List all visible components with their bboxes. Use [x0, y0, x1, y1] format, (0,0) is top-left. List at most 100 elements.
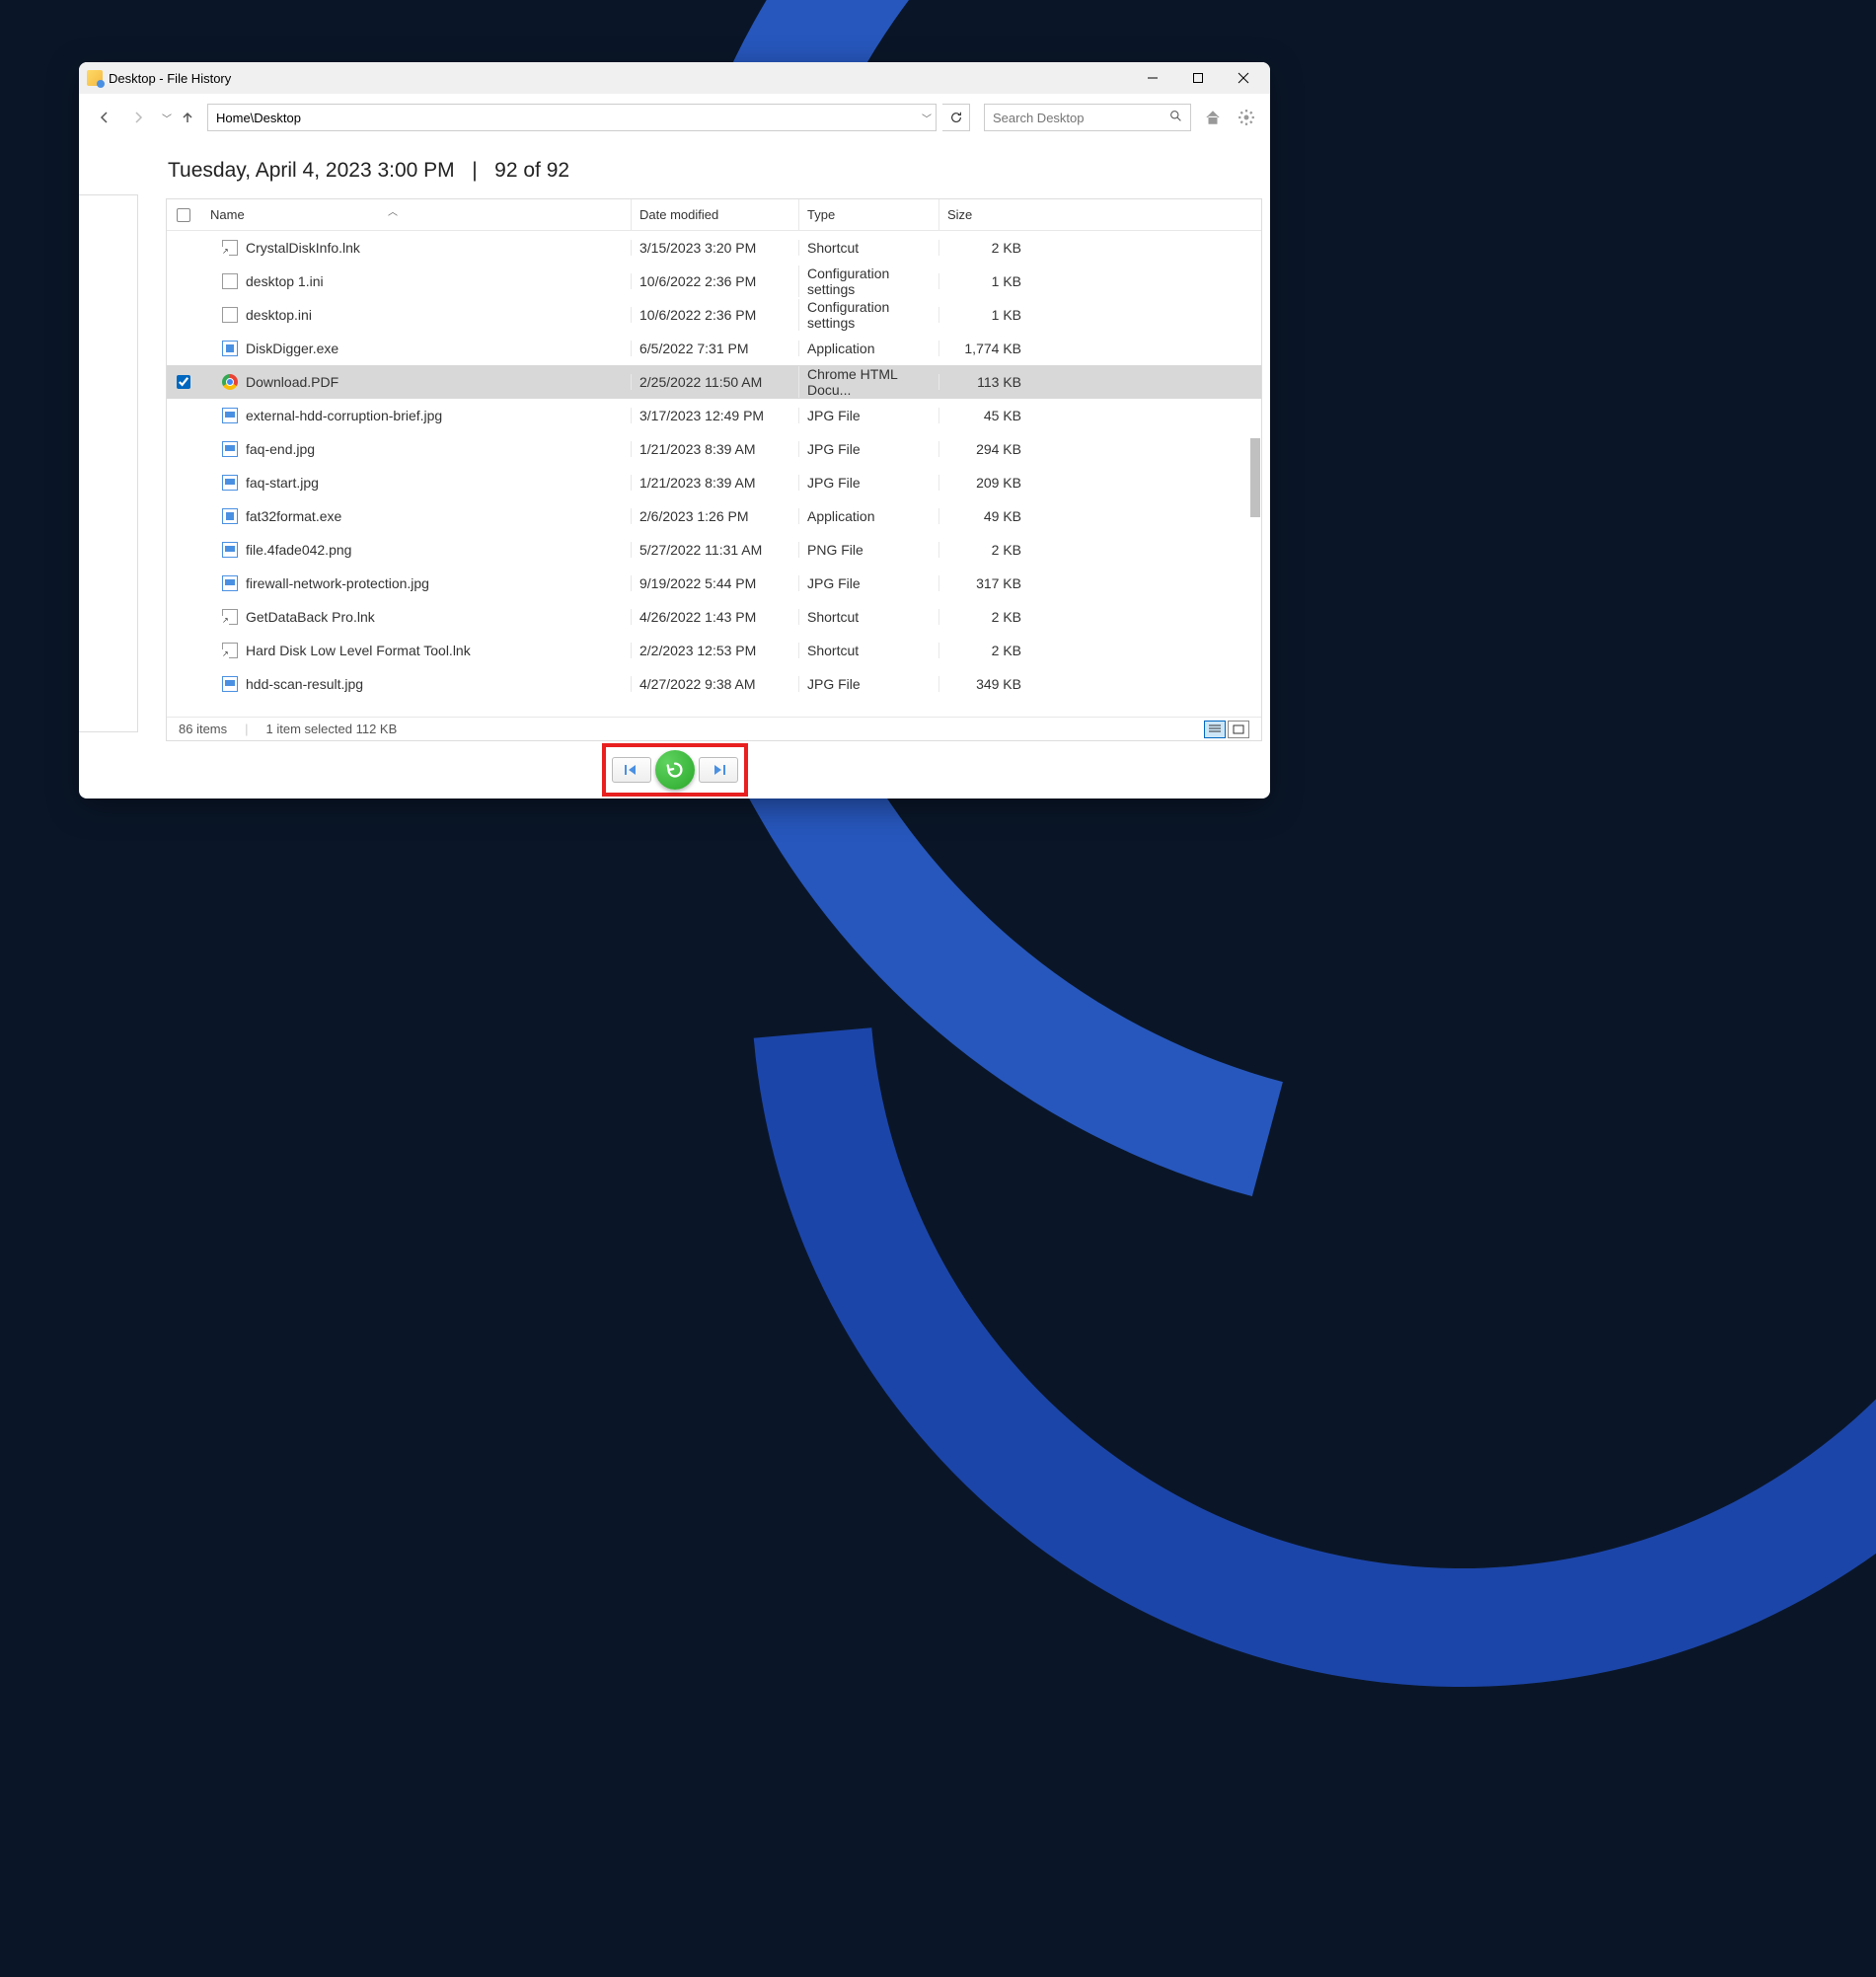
img-icon [222, 575, 238, 591]
file-row[interactable]: faq-end.jpg 1/21/2023 8:39 AM JPG File 2… [167, 432, 1261, 466]
bottom-controls [79, 741, 1270, 798]
column-date[interactable]: Date modified [631, 199, 798, 230]
img-icon [222, 475, 238, 491]
close-button[interactable] [1221, 62, 1266, 94]
file-type: JPG File [798, 408, 938, 423]
chrome-icon [222, 374, 238, 390]
shortcut-icon [222, 609, 238, 625]
file-row[interactable]: faq-start.jpg 1/21/2023 8:39 AM JPG File… [167, 466, 1261, 499]
file-type: Configuration settings [798, 299, 938, 331]
file-date: 1/21/2023 8:39 AM [631, 475, 798, 491]
file-row[interactable]: Hard Disk Low Level Format Tool.lnk 2/2/… [167, 634, 1261, 667]
file-size: 1 KB [938, 273, 1031, 289]
file-history-window: Desktop - File History ﹀ Home\ [79, 62, 1270, 798]
file-size: 2 KB [938, 609, 1031, 625]
file-name: Hard Disk Low Level Format Tool.lnk [246, 643, 471, 658]
file-date: 9/19/2022 5:44 PM [631, 575, 798, 591]
gear-icon[interactable] [1235, 106, 1258, 129]
refresh-button[interactable] [942, 104, 970, 131]
sort-indicator-icon: ︿ [388, 203, 398, 218]
next-version-button[interactable] [699, 757, 738, 783]
file-row[interactable]: external-hdd-corruption-brief.jpg 3/17/2… [167, 399, 1261, 432]
ini-icon [222, 273, 238, 289]
file-name: desktop 1.ini [246, 273, 324, 289]
file-type: Shortcut [798, 609, 938, 625]
snapshot-separator: | [472, 159, 477, 182]
address-text: Home\Desktop [216, 111, 301, 125]
app-icon [87, 70, 103, 86]
file-type: Shortcut [798, 240, 938, 256]
column-name[interactable]: Name ︿ [200, 207, 631, 222]
column-headers[interactable]: Name ︿ Date modified Type Size [167, 199, 1261, 231]
file-row[interactable]: desktop 1.ini 10/6/2022 2:36 PM Configur… [167, 265, 1261, 298]
thumbnails-view-button[interactable] [1228, 721, 1249, 738]
toolbar: ﹀ Home\Desktop ﹀ [79, 94, 1270, 141]
snapshot-position: 92 of 92 [494, 159, 569, 182]
file-rows: CrystalDiskInfo.lnk 3/15/2023 3:20 PM Sh… [167, 231, 1261, 717]
minimize-button[interactable] [1130, 62, 1175, 94]
file-size: 2 KB [938, 240, 1031, 256]
details-view-button[interactable] [1204, 721, 1226, 738]
file-row[interactable]: desktop.ini 10/6/2022 2:36 PM Configurat… [167, 298, 1261, 332]
file-date: 2/2/2023 12:53 PM [631, 643, 798, 658]
file-row[interactable]: CrystalDiskInfo.lnk 3/15/2023 3:20 PM Sh… [167, 231, 1261, 265]
search-icon[interactable] [1169, 110, 1182, 125]
search-box[interactable] [984, 104, 1191, 131]
file-date: 6/5/2022 7:31 PM [631, 341, 798, 356]
file-name: hdd-scan-result.jpg [246, 676, 363, 692]
up-button[interactable] [174, 104, 201, 131]
vertical-scrollbar[interactable] [1250, 438, 1260, 517]
forward-button[interactable] [124, 104, 152, 131]
column-size[interactable]: Size [938, 199, 1031, 230]
home-icon[interactable] [1201, 106, 1225, 129]
maximize-button[interactable] [1175, 62, 1221, 94]
file-size: 49 KB [938, 508, 1031, 524]
file-type: JPG File [798, 575, 938, 591]
file-date: 3/15/2023 3:20 PM [631, 240, 798, 256]
img-icon [222, 408, 238, 423]
shortcut-icon [222, 643, 238, 658]
file-date: 10/6/2022 2:36 PM [631, 273, 798, 289]
column-type[interactable]: Type [798, 199, 938, 230]
selection-info: 1 item selected 112 KB [266, 722, 398, 736]
file-size: 1,774 KB [938, 341, 1031, 356]
file-name: file.4fade042.png [246, 542, 351, 558]
previous-version-button[interactable] [612, 757, 651, 783]
file-row[interactable]: Download.PDF 2/25/2022 11:50 AM Chrome H… [167, 365, 1261, 399]
file-checkbox[interactable] [177, 375, 190, 389]
titlebar[interactable]: Desktop - File History [79, 62, 1270, 94]
file-date: 2/25/2022 11:50 AM [631, 374, 798, 390]
file-row[interactable]: DiskDigger.exe 6/5/2022 7:31 PM Applicat… [167, 332, 1261, 365]
shortcut-icon [222, 240, 238, 256]
search-input[interactable] [993, 111, 1182, 125]
file-size: 294 KB [938, 441, 1031, 457]
address-bar[interactable]: Home\Desktop ﹀ [207, 104, 937, 131]
file-type: JPG File [798, 676, 938, 692]
item-count: 86 items [179, 722, 227, 736]
file-row[interactable]: fat32format.exe 2/6/2023 1:26 PM Applica… [167, 499, 1261, 533]
address-dropdown-icon[interactable]: ﹀ [922, 111, 932, 125]
file-size: 209 KB [938, 475, 1031, 491]
file-type: JPG File [798, 475, 938, 491]
img-icon [222, 542, 238, 558]
file-name: faq-start.jpg [246, 475, 319, 491]
history-dropdown-icon[interactable]: ﹀ [162, 111, 172, 125]
file-name: Download.PDF [246, 374, 338, 390]
file-row[interactable]: hdd-scan-result.jpg 4/27/2022 9:38 AM JP… [167, 667, 1261, 701]
exe-icon [222, 341, 238, 356]
file-type: PNG File [798, 542, 938, 558]
file-name: faq-end.jpg [246, 441, 315, 457]
back-button[interactable] [91, 104, 118, 131]
file-name: desktop.ini [246, 307, 312, 323]
exe-icon [222, 508, 238, 524]
select-all-checkbox[interactable] [177, 208, 190, 222]
file-date: 2/6/2023 1:26 PM [631, 508, 798, 524]
restore-button[interactable] [655, 750, 695, 790]
file-date: 4/26/2022 1:43 PM [631, 609, 798, 625]
file-row[interactable]: file.4fade042.png 5/27/2022 11:31 AM PNG… [167, 533, 1261, 567]
file-type: Chrome HTML Docu... [798, 366, 938, 398]
file-row[interactable]: firewall-network-protection.jpg 9/19/202… [167, 567, 1261, 600]
file-name: DiskDigger.exe [246, 341, 338, 356]
file-size: 45 KB [938, 408, 1031, 423]
file-row[interactable]: GetDataBack Pro.lnk 4/26/2022 1:43 PM Sh… [167, 600, 1261, 634]
